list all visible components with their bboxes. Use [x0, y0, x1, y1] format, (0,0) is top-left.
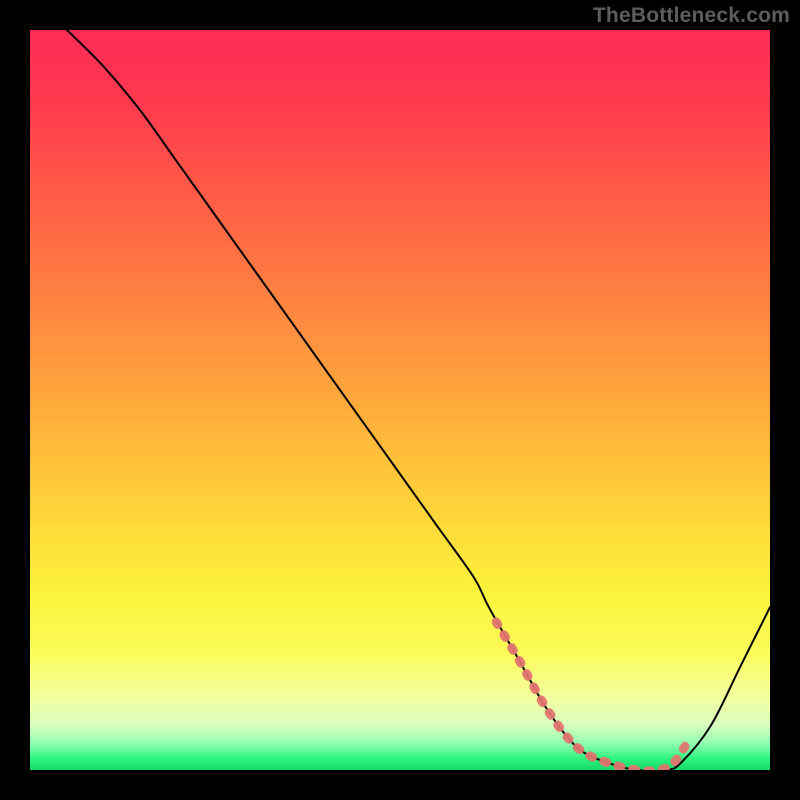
chart-stage: TheBottleneck.com: [0, 0, 800, 800]
plot-background: [30, 30, 770, 770]
bottleneck-plot: [30, 30, 770, 770]
watermark-text: TheBottleneck.com: [593, 4, 790, 28]
